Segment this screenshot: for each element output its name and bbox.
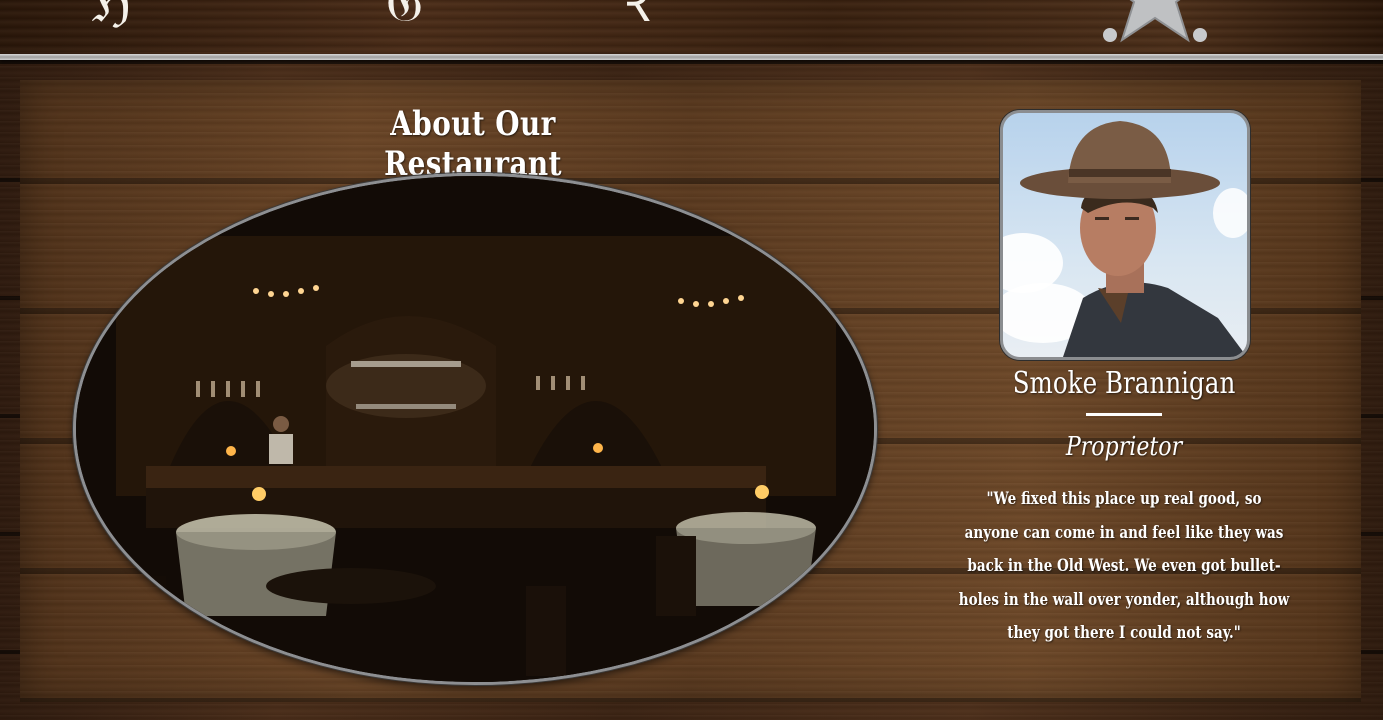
- about-panel: About Our Restaurant Smoke Brannigan Pro…: [20, 80, 1361, 702]
- name-divider: [1086, 413, 1162, 416]
- cowboy-portrait-photo: [1000, 110, 1250, 360]
- nav-item-revolver[interactable]: Ꝛ: [620, 0, 650, 30]
- page-title: About Our Restaurant: [384, 104, 562, 184]
- header-divider: [0, 54, 1383, 60]
- nav-item-home[interactable]: ℌ: [92, 0, 131, 30]
- owner-name: Smoke Brannigan: [1012, 366, 1236, 401]
- owner-quote: "We fixed this place up real good, so an…: [958, 489, 1290, 642]
- top-navigation: ℌ 𝔊 Ꝛ: [0, 0, 1383, 52]
- owner-role: Proprietor: [1065, 432, 1183, 462]
- nav-item-menu[interactable]: 𝔊: [386, 0, 423, 30]
- saloon-interior-photo: [73, 173, 877, 685]
- sheriff-star-icon[interactable]: [1100, 0, 1210, 44]
